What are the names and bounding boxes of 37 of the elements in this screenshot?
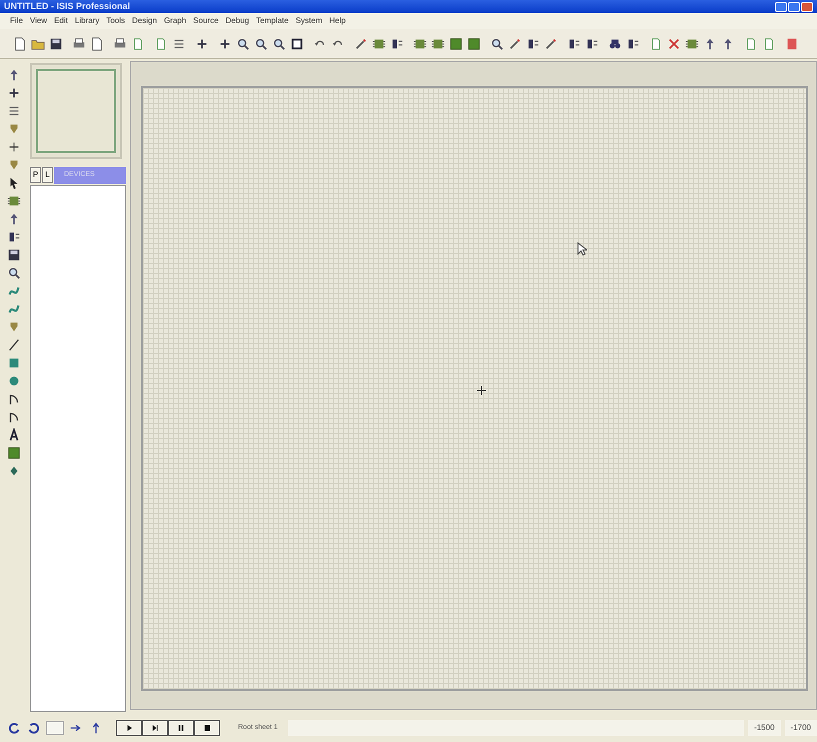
magnifier-icon[interactable] xyxy=(6,265,22,281)
origin-marker xyxy=(477,386,486,395)
menu-item[interactable]: Edit xyxy=(54,17,68,25)
close-button[interactable] xyxy=(801,2,813,12)
document-icon[interactable] xyxy=(12,36,28,52)
menu-item[interactable]: Library xyxy=(74,17,100,25)
menu-item[interactable]: Debug xyxy=(226,17,250,25)
play-button[interactable] xyxy=(116,720,142,736)
y-coordinate: -1700 xyxy=(784,720,817,736)
block-icon[interactable] xyxy=(448,36,464,52)
menu-item[interactable]: System xyxy=(296,17,322,25)
block-icon[interactable] xyxy=(466,36,482,52)
step-play-button[interactable] xyxy=(142,720,168,736)
device-list[interactable] xyxy=(30,185,126,712)
minimize-button[interactable] xyxy=(775,2,787,12)
block-icon[interactable] xyxy=(6,445,22,461)
selector-tab[interactable]: P xyxy=(30,167,41,183)
menu-item[interactable]: Graph xyxy=(164,17,186,25)
angle-field[interactable] xyxy=(46,721,64,735)
selector-tab[interactable]: L xyxy=(42,167,53,183)
line-icon[interactable] xyxy=(6,337,22,353)
window-title: UNTITLED - ISIS Professional xyxy=(4,2,130,11)
maximize-button[interactable] xyxy=(788,2,800,12)
mouse-cursor xyxy=(577,242,587,256)
menu-item[interactable]: View xyxy=(30,17,48,25)
menu-item[interactable]: Design xyxy=(132,17,157,25)
menu-item[interactable]: Template xyxy=(256,17,289,25)
menu-item[interactable]: File xyxy=(10,17,23,25)
rotate-icon[interactable] xyxy=(6,720,22,736)
x-coordinate: -1500 xyxy=(748,720,781,736)
rotate-icon[interactable] xyxy=(26,720,42,736)
stop-button[interactable] xyxy=(194,720,220,736)
menu-item[interactable]: Tools xyxy=(106,17,126,25)
menu-item[interactable]: Help xyxy=(329,17,346,25)
document-icon[interactable] xyxy=(89,36,105,52)
pause-button[interactable] xyxy=(168,720,194,736)
menu-item[interactable]: Source xyxy=(193,17,219,25)
